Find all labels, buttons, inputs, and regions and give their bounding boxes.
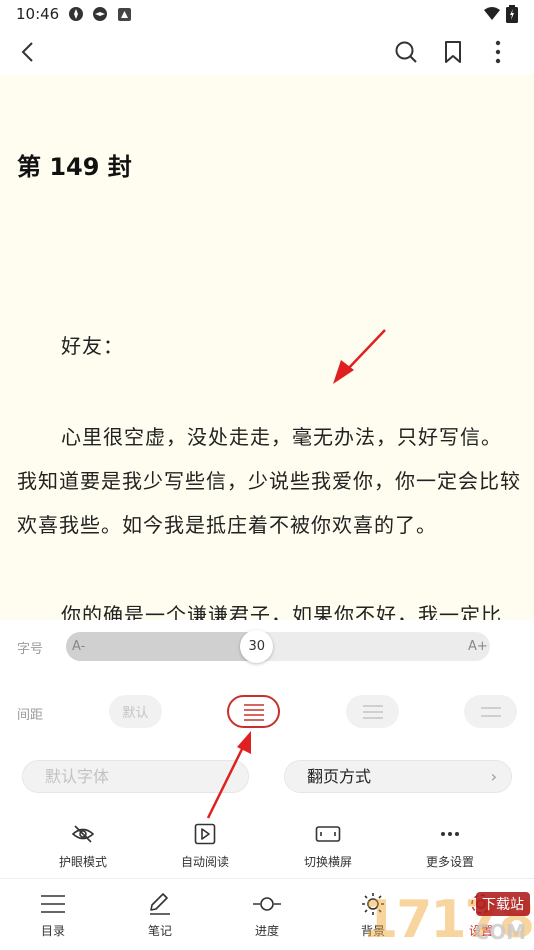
tool-label: 更多设置 (425, 855, 474, 869)
list-icon (41, 895, 65, 913)
font-larger-label: A+ (468, 639, 488, 654)
nav-notes[interactable]: 笔记 (125, 892, 195, 939)
spacing-lines-icon (362, 704, 383, 719)
nav-catalog[interactable]: 目录 (18, 892, 88, 939)
nav-label: 笔记 (147, 924, 172, 938)
tool-label: 切换横屏 (303, 855, 352, 869)
body-paragraph-partial: 你的确是一个谦谦君子，如果你不好，我一定比 (61, 603, 502, 620)
spacing-lines-icon (243, 703, 264, 721)
font-family-label: 默认字体 (45, 767, 110, 786)
edit-icon (150, 893, 170, 915)
more-settings-button[interactable]: 更多设置 (405, 823, 495, 870)
page-turn-button[interactable]: 翻页方式 › (284, 760, 512, 793)
landscape-button[interactable]: 切换横屏 (283, 823, 373, 870)
spacing-default-button[interactable]: 默认 (109, 695, 162, 728)
app-bar (0, 28, 534, 76)
tool-label: 护眼模式 (58, 855, 107, 869)
watermark-badge: 下载站 (476, 892, 530, 916)
font-smaller-label: A- (72, 639, 86, 654)
chapter-title: 第 149 封 (17, 153, 132, 181)
spacing-label: 间距 (17, 708, 44, 723)
spacing-wide-button[interactable] (464, 695, 517, 728)
more-horizontal-icon (441, 832, 459, 836)
play-icon (194, 823, 216, 845)
tool-label: 自动阅读 (180, 855, 229, 869)
reading-area[interactable]: 第 149 封 好友： 心里很空虚，没处走走，毫无办法，只好写信。我知道要是我少… (0, 75, 534, 620)
search-icon[interactable] (394, 40, 418, 64)
salutation: 好友： (61, 334, 124, 358)
notification-icon (118, 8, 131, 21)
chevron-right-icon: › (490, 767, 497, 786)
font-size-slider-fill (66, 632, 257, 661)
app-icon (69, 7, 83, 21)
page-turn-label: 翻页方式 (307, 767, 372, 786)
spacing-default-label: 默认 (122, 706, 149, 721)
spacing-medium-button[interactable] (346, 695, 399, 728)
eye-protection-button[interactable]: 护眼模式 (38, 823, 128, 870)
progress-icon (253, 897, 281, 911)
divider (0, 878, 534, 879)
font-family-button[interactable]: 默认字体 (22, 760, 249, 793)
battery-icon (506, 5, 518, 23)
spacing-compact-button[interactable] (227, 695, 280, 728)
more-icon[interactable] (492, 40, 504, 64)
landscape-icon (315, 826, 341, 842)
watermark-domain: COM (474, 920, 526, 944)
back-icon[interactable] (18, 40, 38, 64)
font-size-label: 字号 (17, 642, 44, 657)
eye-off-icon (71, 825, 95, 843)
wifi-icon (484, 7, 500, 20)
bookmark-icon[interactable] (443, 40, 463, 64)
watermark-logo: 17178 下载站 COM (292, 886, 534, 950)
auto-read-button[interactable]: 自动阅读 (160, 823, 250, 870)
app-icon (93, 7, 107, 21)
spacing-lines-icon (480, 706, 501, 717)
body-paragraph: 心里很空虚，没处走走，毫无办法，只好写信。我知道要是我少写些信，少说些我爱你，你… (17, 425, 521, 537)
status-time: 10:46 (16, 5, 60, 23)
status-bar: 10:46 (0, 0, 534, 28)
nav-label: 目录 (40, 924, 65, 938)
